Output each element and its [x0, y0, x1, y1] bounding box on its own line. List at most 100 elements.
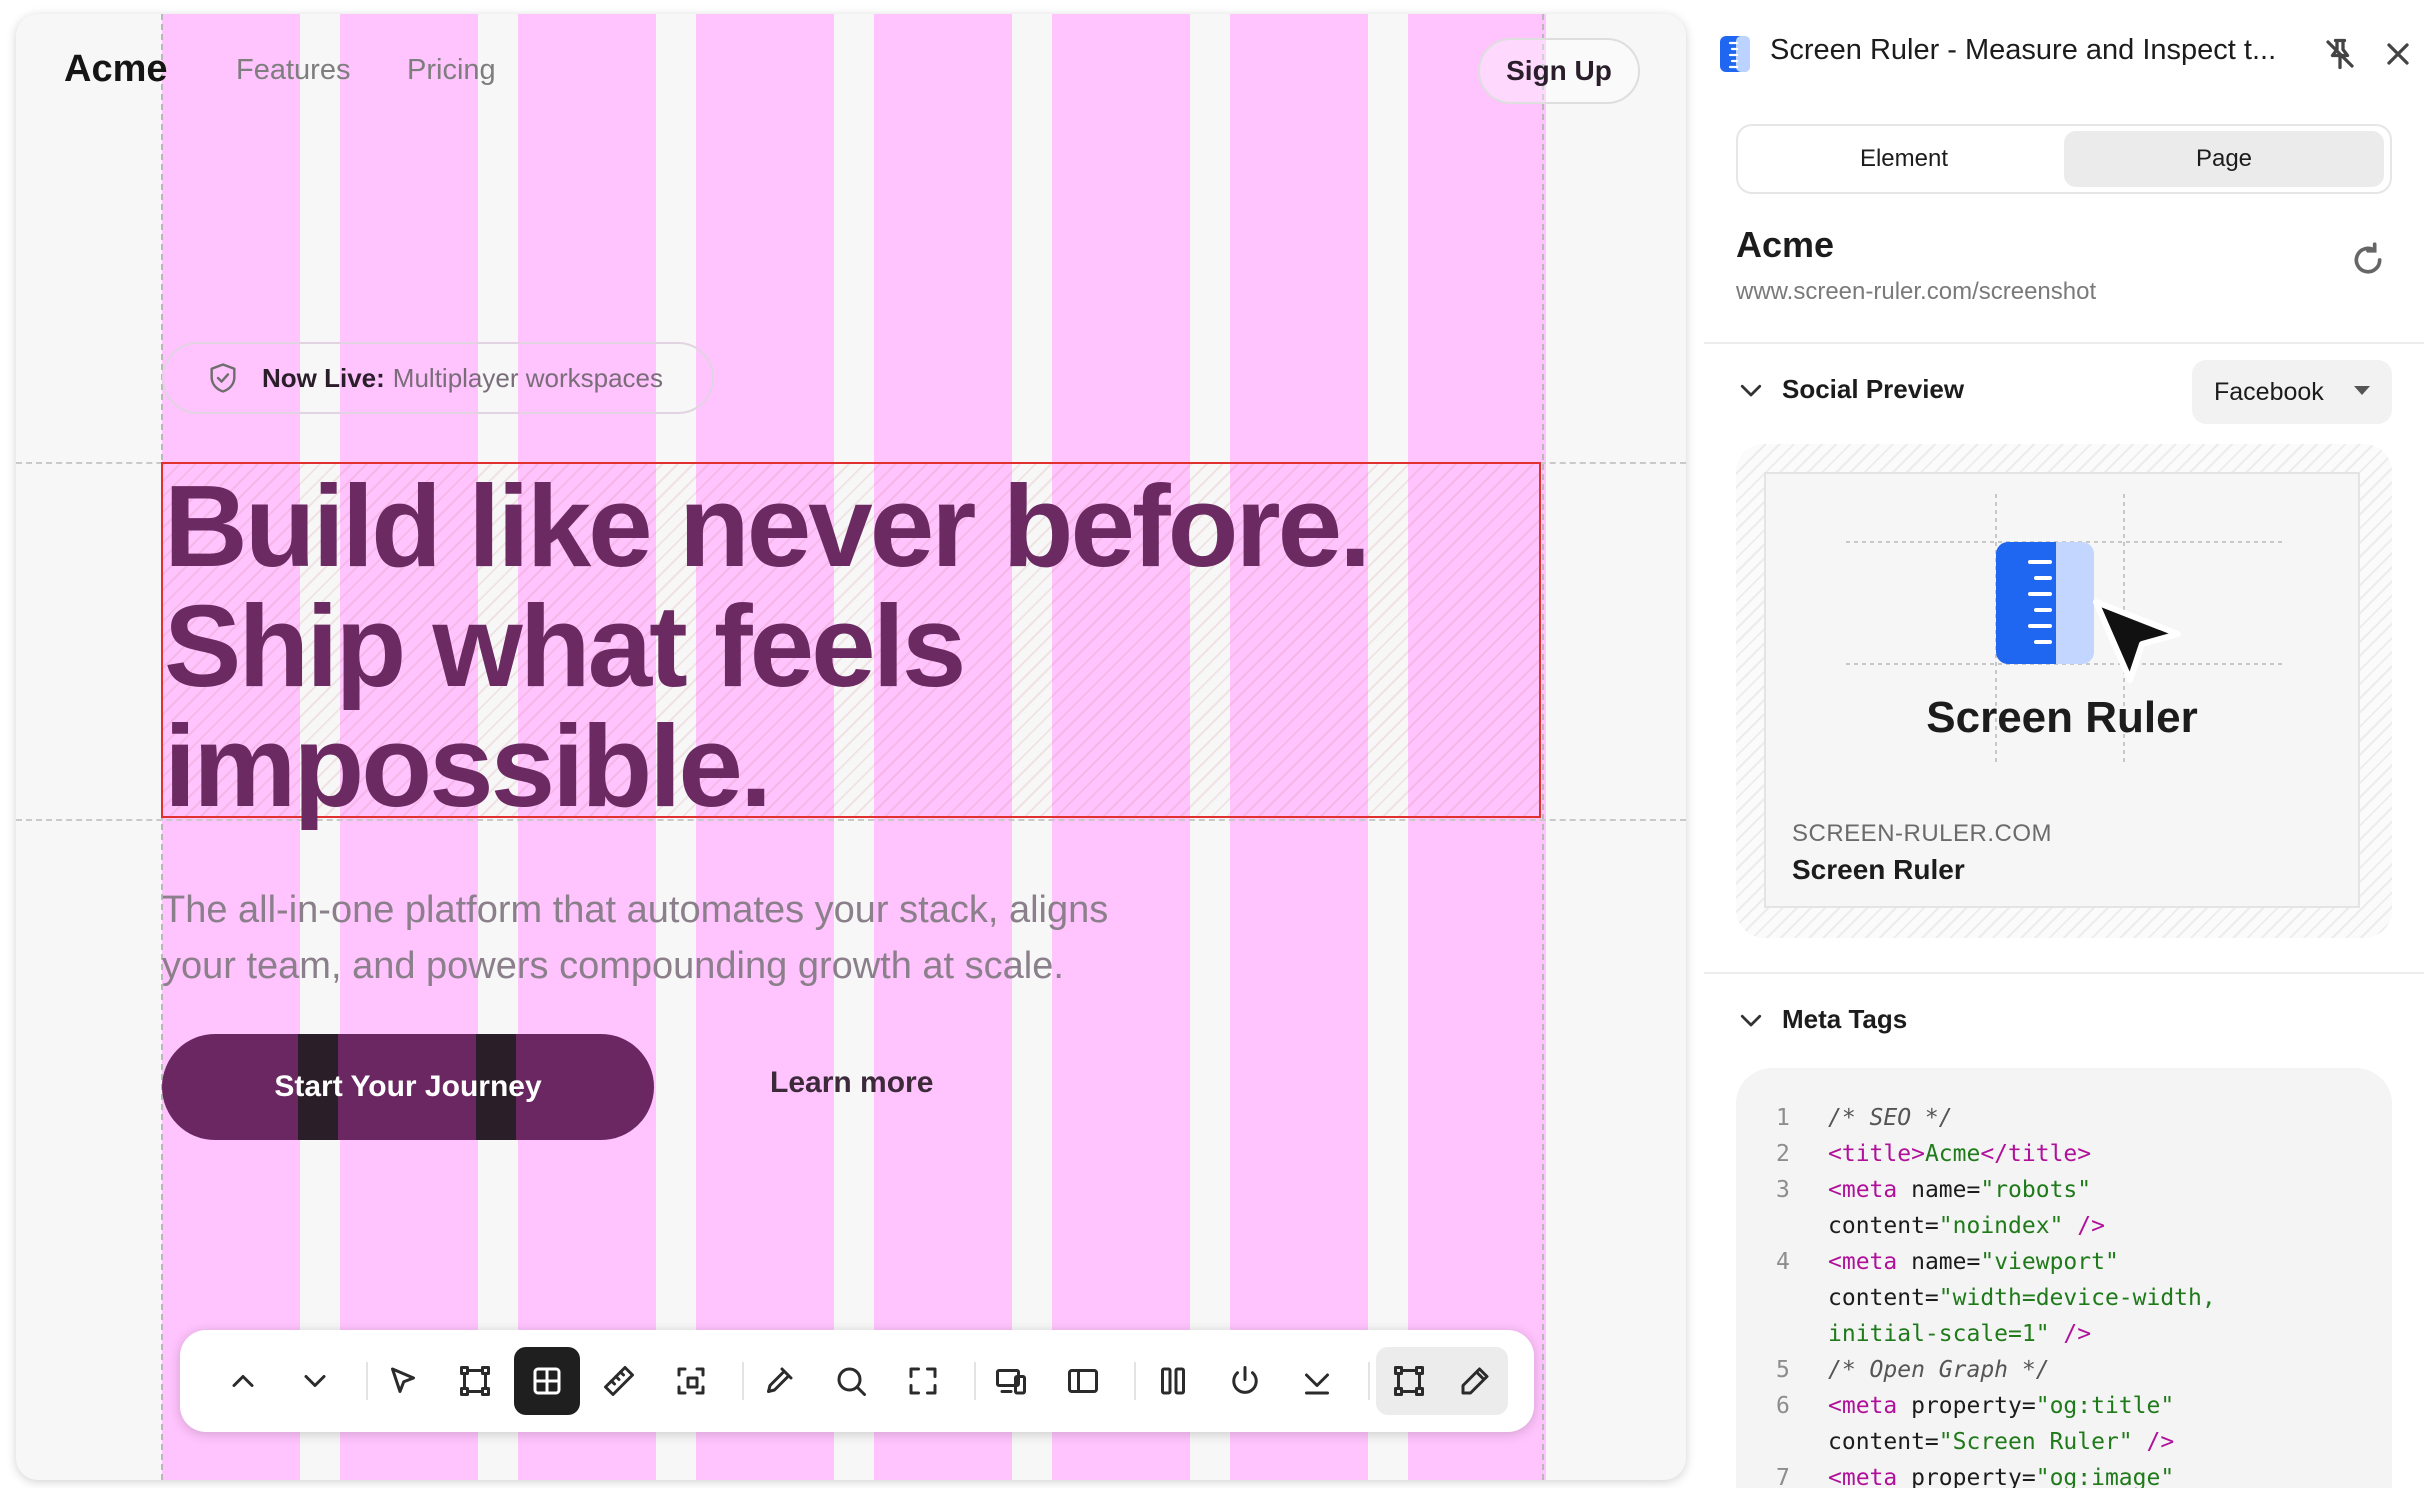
code-token: <meta	[1828, 1465, 1912, 1488]
screen-ruler-logo-icon	[1720, 36, 1754, 77]
code-line: 2 <title>Acme</title>	[1736, 1136, 2392, 1172]
refresh-icon[interactable]	[2348, 240, 2388, 280]
download-icon[interactable]	[1284, 1347, 1350, 1415]
code-text: /* SEO */	[1828, 1100, 1953, 1136]
code-token: property=	[1911, 1393, 2036, 1419]
site-logo[interactable]: Acme	[64, 48, 168, 91]
inspect-mode-tabs: Element Page	[1736, 124, 2392, 194]
power-icon[interactable]	[1212, 1347, 1278, 1415]
code-token: <meta	[1828, 1177, 1912, 1203]
website-preview: Acme Features Pricing Sign Up Now Live: …	[16, 14, 1686, 1480]
close-icon[interactable]	[2380, 36, 2416, 72]
platform-select[interactable]: Facebook	[2192, 360, 2392, 424]
chevron-down-icon	[1740, 384, 1762, 396]
code-token: Acme	[1924, 1141, 1981, 1167]
code-token: />	[2063, 1213, 2105, 1239]
responsive-devices-icon[interactable]	[978, 1347, 1044, 1415]
code-token: "viewport"	[1980, 1249, 2119, 1275]
chevron-up-icon[interactable]	[210, 1347, 276, 1415]
og-image-graphic: Screen Ruler	[1846, 494, 2286, 764]
bounding-box-icon[interactable]	[442, 1347, 508, 1415]
pencil-icon[interactable]	[1442, 1347, 1508, 1415]
code-token: />	[2049, 1321, 2092, 1347]
meta-tags-heading: Meta Tags	[1782, 1004, 1908, 1034]
nav-link-pricing[interactable]: Pricing	[407, 54, 496, 87]
zoom-icon[interactable]	[818, 1347, 884, 1415]
code-line: 1 /* SEO */	[1736, 1100, 2392, 1136]
social-preview-toggle[interactable]: Social Preview	[1736, 374, 1964, 405]
toolbar-mode-group	[1376, 1347, 1508, 1415]
pin-icon[interactable]	[2322, 36, 2358, 72]
code-token: "og:image"	[2035, 1465, 2175, 1488]
code-token: "Screen Ruler"	[1938, 1429, 2133, 1455]
chevron-down-icon[interactable]	[282, 1347, 348, 1415]
code-token: property=	[1911, 1465, 2036, 1488]
subtitle-line: The all-in-one platform that automates y…	[162, 889, 1109, 931]
code-token: content=	[1828, 1285, 1939, 1311]
learn-more-link[interactable]: Learn more	[770, 1066, 933, 1100]
code-token: </title>	[1980, 1141, 2092, 1167]
sidebar-panel-icon[interactable]	[1050, 1347, 1116, 1415]
code-token: "width=device-width,	[1938, 1285, 2216, 1311]
code-token: "robots"	[1980, 1177, 2092, 1203]
code-token: name=	[1911, 1249, 1981, 1275]
og-brand-text: Screen Ruler	[1926, 693, 2197, 742]
code-token: /* Open Graph */	[1828, 1357, 2050, 1383]
code-line: 4 <meta name="viewport"	[1736, 1244, 2392, 1280]
code-line: 6 <meta property="og:title"	[1736, 1388, 2392, 1424]
hero-line: Ship what feels	[164, 581, 966, 711]
badge-text: Multiplayer workspaces	[392, 362, 664, 393]
hero-line: impossible.	[164, 701, 772, 831]
og-title: Screen Ruler	[1792, 854, 1965, 885]
caret-down-icon	[2354, 386, 2370, 395]
sign-up-button[interactable]: Sign Up	[1478, 38, 1640, 104]
code-line: 7 <meta property="og:image"	[1736, 1460, 2392, 1488]
dashed-selection-icon[interactable]	[658, 1347, 724, 1415]
page-url: www.screen-ruler.com/screenshot	[1736, 278, 2097, 305]
code-line: 3 <meta name="robots"	[1736, 1172, 2392, 1208]
line-number: 4	[1776, 1249, 1790, 1275]
line-number: 7	[1776, 1465, 1790, 1488]
line-number: 2	[1776, 1141, 1790, 1167]
select-cursor-icon[interactable]	[370, 1347, 436, 1415]
badge-label: Now Live:	[262, 362, 385, 393]
grid-overlay-icon[interactable]	[514, 1347, 580, 1415]
fullscreen-frame-icon[interactable]	[890, 1347, 956, 1415]
hero-heading: Build like never before. Ship what feels…	[164, 466, 1554, 826]
og-image: Screen Ruler	[1766, 474, 2358, 796]
code-text: <meta property="og:image"	[1828, 1460, 2174, 1488]
tab-element[interactable]: Element	[1744, 131, 2064, 187]
code-token: <title>	[1828, 1141, 1925, 1167]
social-preview-frame: Screen Ruler SCREEN-RULER.COM Screen Rul…	[1736, 444, 2392, 938]
code-text: <meta name="viewport"	[1828, 1244, 2119, 1280]
code-token: content=	[1828, 1213, 1939, 1239]
hero-subtitle: The all-in-one platform that automates y…	[162, 882, 1242, 994]
code-line: 5 /* Open Graph */	[1736, 1352, 2392, 1388]
nav-link-features[interactable]: Features	[236, 54, 350, 87]
announcement-badge[interactable]: Now Live: Multiplayer workspaces	[162, 342, 714, 414]
code-text: <meta name="robots"	[1828, 1172, 2091, 1208]
ruler-icon[interactable]	[586, 1347, 652, 1415]
color-picker-icon[interactable]	[746, 1347, 812, 1415]
code-line: content="Screen Ruler" />	[1736, 1424, 2392, 1460]
code-token: initial-scale=1"	[1828, 1321, 2050, 1347]
chevron-down-icon	[1740, 1014, 1762, 1026]
tab-page[interactable]: Page	[2064, 131, 2384, 187]
meta-tags-toggle[interactable]: Meta Tags	[1736, 1004, 1907, 1035]
subtitle-line: your team, and powers compounding growth…	[162, 945, 1064, 987]
og-domain: SCREEN-RULER.COM	[1792, 820, 2053, 847]
toolbar-divider	[1134, 1362, 1136, 1400]
start-journey-button[interactable]: Start Your Journey	[162, 1034, 654, 1140]
code-token: <meta	[1828, 1393, 1912, 1419]
line-number: 5	[1776, 1357, 1790, 1383]
code-token: content=	[1828, 1429, 1939, 1455]
code-token: "noindex"	[1938, 1213, 2064, 1239]
columns-icon[interactable]	[1140, 1347, 1206, 1415]
box-select-icon[interactable]	[1376, 1347, 1442, 1415]
code-line: content="noindex" />	[1736, 1208, 2392, 1244]
hero-line: Build like never before.	[164, 461, 1371, 591]
cta-label: Start Your Journey	[274, 1070, 542, 1103]
code-text: content="noindex" />	[1828, 1208, 2105, 1244]
screen-ruler-toolbar	[180, 1330, 1534, 1432]
code-token: "og:title"	[2035, 1393, 2175, 1419]
